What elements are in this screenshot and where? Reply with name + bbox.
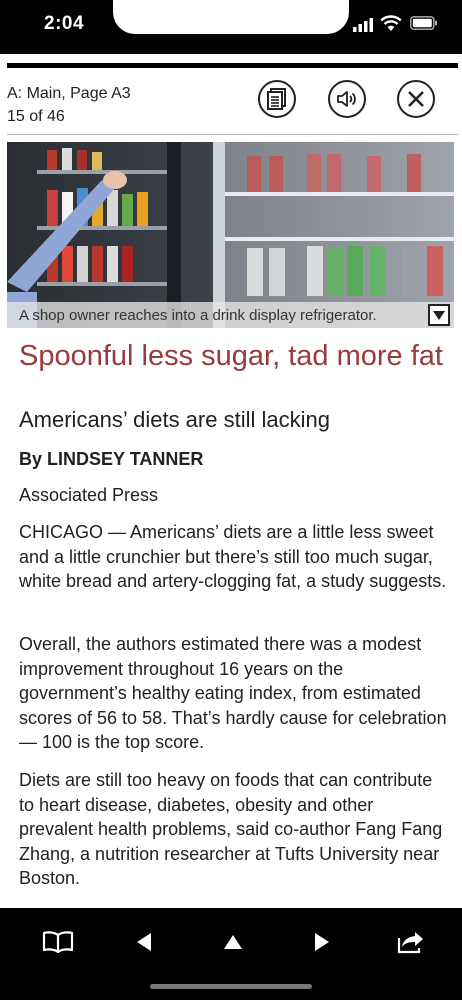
home-indicator[interactable] bbox=[150, 984, 312, 989]
page-counter: 15 of 46 bbox=[7, 108, 65, 125]
article-paragraph: Diets are still too heavy on foods that … bbox=[19, 770, 443, 888]
article-source: Associated Press bbox=[19, 485, 159, 505]
up-icon bbox=[224, 935, 242, 949]
book-icon bbox=[42, 931, 74, 953]
article-subhead: Americans’ diets are still lacking bbox=[19, 407, 330, 432]
notch bbox=[113, 0, 349, 34]
expand-caption-button[interactable] bbox=[428, 304, 450, 326]
battery-icon bbox=[410, 16, 437, 30]
article-photo[interactable]: A shop owner reaches into a drink displa… bbox=[7, 142, 454, 328]
speaker-icon bbox=[337, 91, 356, 107]
next-icon bbox=[315, 933, 329, 951]
read-aloud-button[interactable] bbox=[328, 80, 366, 118]
article-byline: By LINDSEY TANNER bbox=[19, 449, 204, 469]
previous-button[interactable] bbox=[124, 922, 164, 962]
article-paragraph: CHICAGO — Americans’ diets are a little … bbox=[19, 522, 447, 591]
section-label: A: Main, Page A3 bbox=[7, 85, 131, 102]
wifi-icon bbox=[380, 15, 402, 31]
article-list-button[interactable] bbox=[258, 80, 296, 118]
photo-caption-bar: A shop owner reaches into a drink displa… bbox=[7, 302, 454, 328]
photo-caption: A shop owner reaches into a drink displa… bbox=[19, 307, 377, 324]
next-button[interactable] bbox=[302, 922, 342, 962]
header-divider bbox=[7, 134, 458, 135]
signal-icon bbox=[353, 18, 373, 32]
share-icon bbox=[397, 932, 423, 954]
article-list-icon bbox=[267, 88, 286, 110]
article-headline: Spoonful less sugar, tad more fat bbox=[19, 340, 443, 372]
share-button[interactable] bbox=[390, 922, 430, 962]
up-button[interactable] bbox=[213, 922, 253, 962]
status-bar: 2:04 bbox=[0, 0, 462, 54]
book-button[interactable] bbox=[38, 922, 78, 962]
page-info: A: Main, Page A3 15 of 46 bbox=[7, 82, 131, 128]
status-time: 2:04 bbox=[44, 13, 85, 34]
close-icon bbox=[408, 91, 424, 107]
chevron-down-icon bbox=[433, 311, 445, 320]
article-paragraph: Overall, the authors estimated there was… bbox=[19, 634, 447, 752]
header-rule bbox=[7, 63, 458, 68]
previous-icon bbox=[137, 933, 151, 951]
refrigerator-photo bbox=[7, 142, 454, 328]
close-button[interactable] bbox=[397, 80, 435, 118]
